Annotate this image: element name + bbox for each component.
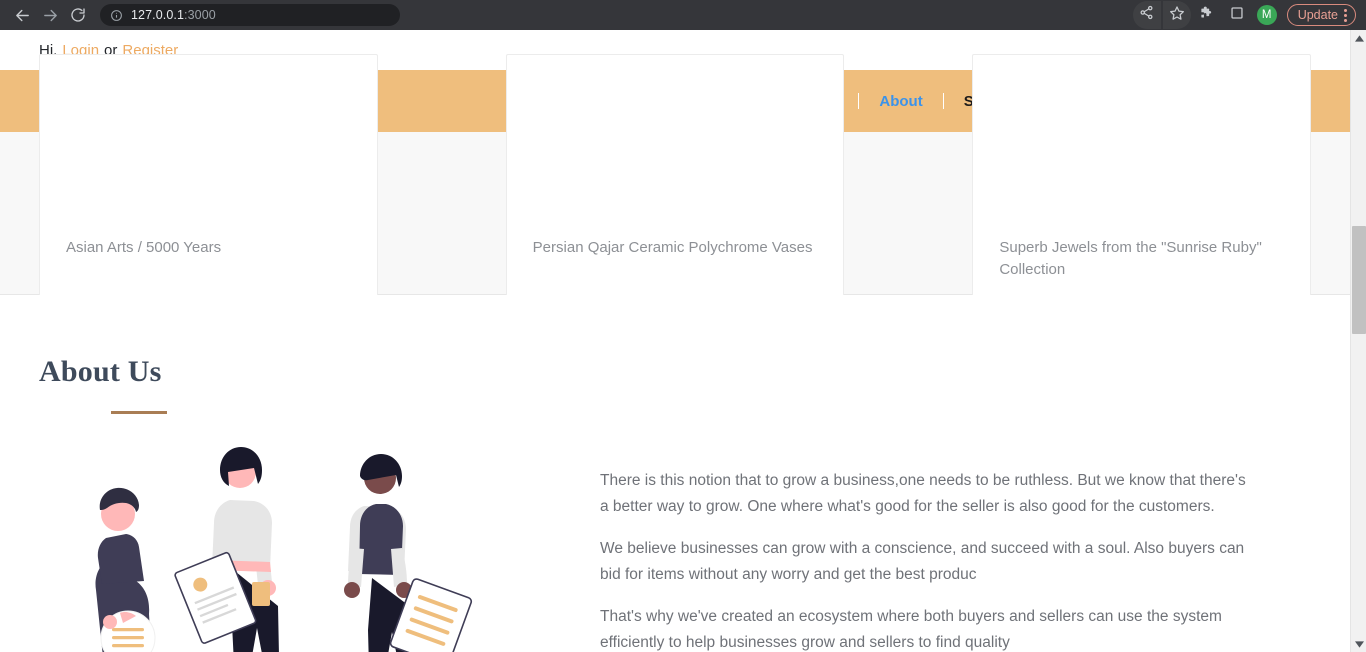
forward-arrow-icon [42, 7, 59, 24]
auction-card-title: Asian Arts / 5000 Years [66, 239, 222, 256]
puzzle-icon [1199, 5, 1214, 25]
kebab-menu-icon[interactable] [1342, 8, 1349, 22]
about-paragraph: There is this notion that to grow a busi… [600, 472, 1246, 515]
avatar: M [1256, 5, 1277, 25]
back-arrow-icon [14, 7, 31, 24]
share-button[interactable] [1132, 1, 1161, 29]
auction-card-title: Superb Jewels from the "Sunrise Ruby" Co… [999, 239, 1262, 278]
back-button[interactable] [8, 1, 36, 29]
bookmark-button[interactable] [1162, 1, 1191, 29]
side-panel-icon [1230, 6, 1244, 25]
star-icon [1169, 5, 1185, 26]
reload-icon [70, 7, 86, 23]
scrollbar-thumb[interactable] [1352, 226, 1366, 334]
about-paragraph: That's why we've created an ecosystem wh… [600, 608, 1222, 651]
about-section: About Us There is this notion that to gr… [0, 295, 1350, 652]
heading-underline [111, 411, 167, 414]
about-text-block: There is this notion that to grow a busi… [600, 442, 1350, 652]
profile-button[interactable]: M [1253, 1, 1281, 29]
about-paragraph: We believe businesses can grow with a co… [600, 540, 1245, 583]
forward-button[interactable] [36, 1, 64, 29]
scroll-down-arrow-icon[interactable] [1351, 636, 1366, 652]
page-scrollbar[interactable] [1350, 30, 1366, 652]
address-bar[interactable]: 127.0.0.1:3000 [100, 4, 400, 26]
auction-cards-row: Asian Arts / 5000 Years Persian Qajar Ce… [39, 54, 1312, 332]
auction-card[interactable]: Persian Qajar Ceramic Polychrome Vases [505, 54, 845, 310]
site-info-icon[interactable] [110, 9, 123, 22]
auction-cards-section: Asian Arts / 5000 Years Persian Qajar Ce… [0, 54, 1350, 332]
auction-card-title: Persian Qajar Ceramic Polychrome Vases [532, 239, 813, 256]
page-viewport: Hi, Login or Register BIDDING FOR STUFFS… [0, 30, 1350, 652]
about-body: There is this notion that to grow a busi… [0, 442, 1350, 652]
browser-toolbar: 127.0.0.1:3000 M Update [0, 0, 1366, 30]
auction-card[interactable]: Asian Arts / 5000 Years [39, 54, 378, 310]
url-port: :3000 [184, 8, 216, 22]
update-button[interactable]: Update [1286, 4, 1356, 26]
reload-button[interactable] [64, 1, 92, 29]
update-label: Update [1297, 8, 1338, 22]
share-icon [1139, 5, 1154, 25]
url-text: 127.0.0.1:3000 [131, 8, 216, 22]
auction-card[interactable]: Superb Jewels from the "Sunrise Ruby" Co… [972, 54, 1312, 332]
toolbar-actions: M Update [1132, 1, 1358, 29]
url-host: 127.0.0.1 [131, 8, 185, 22]
side-panel-button[interactable] [1223, 1, 1251, 29]
about-heading: About Us [39, 355, 162, 388]
extensions-button[interactable] [1193, 1, 1221, 29]
scroll-up-arrow-icon[interactable] [1351, 30, 1366, 46]
team-people-illustration [0, 442, 600, 652]
